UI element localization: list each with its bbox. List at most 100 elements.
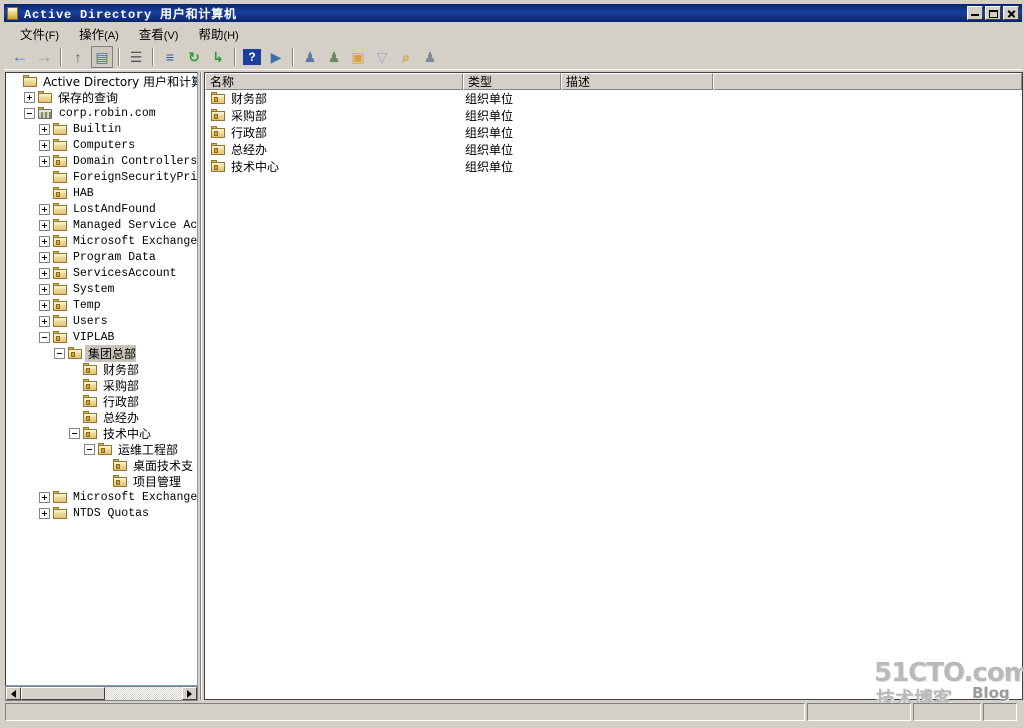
tree-node[interactable]: VIPLAB — [6, 329, 197, 345]
list-row[interactable]: 技术中心 组织单位 — [205, 158, 1022, 175]
tree-expander-plus-icon[interactable] — [39, 155, 50, 167]
scroll-left-arrow-icon[interactable] — [6, 687, 21, 700]
tree-expander-plus-icon[interactable] — [39, 139, 50, 151]
tree-expander-minus-icon[interactable] — [84, 443, 95, 455]
tree-node[interactable]: NTDS Quotas — [6, 505, 197, 521]
tree-node[interactable]: System — [6, 281, 197, 297]
menu-item-3[interactable]: 查看(V) — [129, 22, 189, 45]
list-row[interactable]: 财务部 组织单位 — [205, 90, 1022, 107]
list-cell-type: 组织单位 — [465, 126, 514, 140]
menu-item-2[interactable]: 操作(A) — [69, 22, 129, 45]
ou-icon — [53, 186, 68, 200]
export-list-icon[interactable]: ≡ — [159, 46, 181, 68]
title-bar[interactable]: Active Directory 用户和计算机 — [4, 4, 1022, 22]
tree-expander-plus-icon[interactable] — [39, 491, 50, 503]
close-button[interactable] — [1003, 6, 1019, 20]
tree-node[interactable]: 桌面技术支 — [6, 457, 197, 473]
find-icon[interactable]: ⌕ — [395, 46, 417, 68]
tree-node[interactable]: 财务部 — [6, 361, 197, 377]
filter-icon[interactable]: ▽ — [371, 46, 393, 68]
tree-node[interactable]: ForeignSecurityPrincip — [6, 169, 197, 185]
tree-expander-minus-icon[interactable] — [24, 107, 35, 119]
tree-node[interactable]: Users — [6, 313, 197, 329]
tree-expander-minus-icon[interactable] — [69, 427, 80, 439]
column-name-header[interactable]: 名称 — [205, 73, 463, 90]
find-users-icon[interactable]: ♟ — [419, 46, 441, 68]
tree-expander-plus-icon[interactable] — [39, 267, 50, 279]
tree-node[interactable]: HAB — [6, 185, 197, 201]
tree-node[interactable]: Microsoft Exchange Sec — [6, 233, 197, 249]
tree-expander-plus-icon[interactable] — [39, 507, 50, 519]
tree-node[interactable]: Builtin — [6, 121, 197, 137]
tree-expander-plus-icon[interactable] — [24, 91, 35, 103]
tree-expander-plus-icon[interactable] — [39, 283, 50, 295]
list-row[interactable]: 行政部 组织单位 — [205, 124, 1022, 141]
tree-expander-plus-icon[interactable] — [39, 235, 50, 247]
column-header-filler — [713, 73, 1022, 90]
list-view-pane[interactable]: 名称 类型 描述 财务部 组织单位 采购部 组织单位 行政部 组织单位 总经办 组织单位 技术中心组… — [204, 72, 1023, 700]
tree-node[interactable]: Domain Controllers — [6, 153, 197, 169]
tree-node[interactable]: Computers — [6, 137, 197, 153]
tree-expander-minus-icon[interactable] — [54, 347, 65, 359]
tree-node-label: 行政部 — [103, 394, 140, 409]
tree-node[interactable]: 采购部 — [6, 377, 197, 393]
tree-expander-plus-icon[interactable] — [39, 203, 50, 215]
tree-node-label: ServicesAccount — [73, 266, 177, 280]
maximize-button[interactable] — [985, 6, 1001, 20]
scroll-thumb[interactable] — [21, 687, 105, 700]
forward-icon[interactable]: → — [33, 46, 55, 68]
tree-node[interactable]: 保存的查询 — [6, 89, 197, 105]
tree-node[interactable]: 技术中心 — [6, 425, 197, 441]
menu-item-1[interactable]: 文件(F) — [10, 22, 69, 45]
tree-expander-plus-icon[interactable] — [39, 123, 50, 135]
ou-icon — [211, 126, 226, 139]
tree-node[interactable]: Managed Service Accoun — [6, 217, 197, 233]
list-row[interactable]: 总经办 组织单位 — [205, 141, 1022, 158]
minimize-button[interactable] — [967, 6, 983, 20]
tree-expander-spacer — [39, 188, 50, 199]
scroll-right-arrow-icon[interactable] — [182, 687, 197, 700]
tree-expander-spacer — [99, 460, 110, 471]
ou-icon — [83, 394, 98, 408]
menu-item-4[interactable]: 帮助(H) — [188, 22, 248, 45]
console-window-icon[interactable]: ▶ — [265, 46, 287, 68]
ou-icon — [83, 362, 98, 376]
scroll-track[interactable] — [21, 687, 182, 700]
back-icon[interactable]: ← — [9, 46, 31, 68]
tree-node[interactable]: ServicesAccount — [6, 265, 197, 281]
tree-node[interactable]: 行政部 — [6, 393, 197, 409]
show-hide-console-tree-icon[interactable]: ▤ — [91, 46, 113, 68]
tree-node[interactable]: Active Directory 用户和计算机 — [6, 73, 197, 89]
list-row[interactable]: 采购部 组织单位 — [205, 107, 1022, 124]
tree-node[interactable]: Program Data — [6, 249, 197, 265]
console-tree-pane[interactable]: Active Directory 用户和计算机 保存的查询 corp.robin.c… — [5, 72, 198, 686]
properties-icon[interactable]: ☰ — [125, 46, 147, 68]
tree-node[interactable]: 项目管理 — [6, 473, 197, 489]
tree-node[interactable]: Temp — [6, 297, 197, 313]
tree-expander-plus-icon[interactable] — [39, 299, 50, 311]
tree-horizontal-scrollbar[interactable] — [5, 686, 198, 701]
tree-expander-plus-icon[interactable] — [39, 315, 50, 327]
new-group-icon[interactable]: ♟ — [323, 46, 345, 68]
forward-icon-glyph: → — [35, 47, 53, 66]
tree-node[interactable]: corp.robin.com — [6, 105, 197, 121]
tree-node[interactable]: LostAndFound — [6, 201, 197, 217]
up-one-level-icon[interactable]: ↑ — [67, 46, 89, 68]
tree-node[interactable]: 集团总部 — [6, 344, 197, 362]
tree-expander-minus-icon[interactable] — [39, 331, 50, 343]
refresh-icon[interactable]: ↻ — [183, 46, 205, 68]
column-type-header[interactable]: 类型 — [463, 73, 561, 90]
new-user-icon[interactable]: ♟ — [299, 46, 321, 68]
help-icon[interactable]: ? — [241, 46, 263, 68]
tree-node[interactable]: Microsoft Exchange Sys — [6, 489, 197, 505]
tree-node[interactable]: 运维工程部 — [6, 441, 197, 457]
tree-node-label: Microsoft Exchange Sys — [73, 490, 198, 504]
tree-expander-plus-icon[interactable] — [39, 219, 50, 231]
column-description-header[interactable]: 描述 — [561, 73, 713, 90]
list-cell-type: 组织单位 — [465, 160, 514, 174]
new-organizational-unit-icon[interactable]: ▣ — [347, 46, 369, 68]
tree-node[interactable]: 总经办 — [6, 409, 197, 425]
tree-expander-plus-icon[interactable] — [39, 251, 50, 263]
new-item-icon[interactable]: ↳ — [207, 46, 229, 68]
tree-node-label: Domain Controllers — [73, 154, 198, 168]
